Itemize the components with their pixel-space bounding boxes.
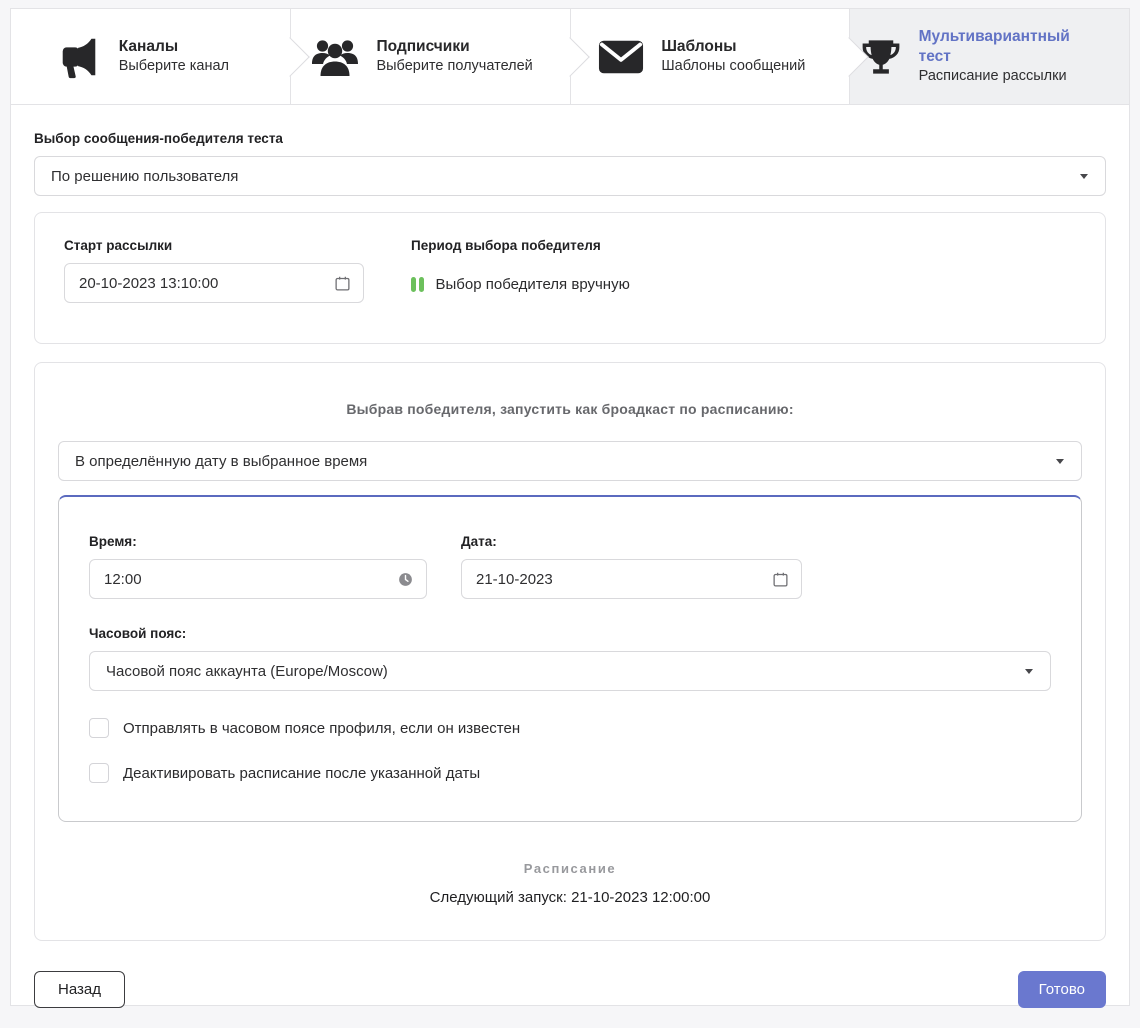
schedule-summary: Расписание Следующий запуск: 21-10-2023 … [58, 861, 1082, 906]
schedule-heading: Выбрав победителя, запустить как броадка… [58, 401, 1082, 417]
step-subtitle: Расписание рассылки [919, 67, 1104, 86]
schedule-summary-heading: Расписание [58, 861, 1082, 876]
step-title: Каналы [119, 37, 229, 57]
time-input[interactable] [104, 571, 397, 588]
profile-timezone-checkbox[interactable] [89, 718, 109, 738]
timezone-value: Часовой пояс аккаунта (Europe/Moscow) [106, 663, 388, 680]
time-field [89, 559, 427, 599]
schedule-card: Выбрав победителя, запустить как броадка… [34, 362, 1106, 941]
megaphone-icon [56, 34, 102, 80]
step-subscribers[interactable]: Подписчики Выберите получателей [291, 9, 571, 104]
step-title: Мультивариантный тест [919, 27, 1104, 67]
pause-icon [411, 277, 424, 292]
multivariate-test-schedule-page: Каналы Выберите канал Подписчики Выберит… [0, 0, 1140, 1028]
start-datetime-field [64, 263, 364, 303]
timezone-label: Часовой пояс: [89, 626, 1051, 641]
winner-period-value: Выбор победителя вручную [436, 276, 630, 293]
back-button[interactable]: Назад [34, 971, 125, 1008]
chevron-down-icon [1056, 459, 1064, 464]
schedule-mode-value: В определённую дату в выбранное время [75, 453, 367, 470]
step-subtitle: Выберите канал [119, 57, 229, 76]
calendar-icon[interactable] [334, 275, 351, 292]
done-button[interactable]: Готово [1018, 971, 1106, 1008]
main-content: Выбор сообщения-победителя теста По реше… [11, 105, 1129, 1008]
next-run-text: Следующий запуск: 21-10-2023 12:00:00 [58, 889, 1082, 906]
datetime-settings-card: Время: [58, 495, 1082, 822]
step-title: Подписчики [376, 37, 532, 57]
chevron-down-icon [1080, 174, 1088, 179]
envelope-icon [598, 39, 644, 75]
start-card: Старт рассылки Период выбора победителя [34, 212, 1106, 344]
winner-select-label: Выбор сообщения-победителя теста [34, 131, 1106, 146]
step-subtitle: Шаблоны сообщений [661, 57, 805, 76]
deactivate-schedule-checkbox-label: Деактивировать расписание после указанно… [123, 765, 480, 782]
users-icon [311, 36, 359, 78]
footer: Назад Готово [34, 971, 1106, 1008]
step-channels[interactable]: Каналы Выберите канал [11, 9, 291, 104]
step-title: Шаблоны [661, 37, 805, 57]
clock-icon[interactable] [397, 571, 414, 588]
profile-timezone-checkbox-label: Отправлять в часовом поясе профиля, если… [123, 720, 520, 737]
content-frame: Каналы Выберите канал Подписчики Выберит… [10, 8, 1130, 1006]
step-multivariate-test[interactable]: Мультивариантный тест Расписание рассылк… [850, 9, 1129, 104]
time-label: Время: [89, 534, 427, 549]
date-input[interactable] [476, 571, 772, 588]
winner-select[interactable]: По решению пользователя [34, 156, 1106, 196]
start-datetime-label: Старт рассылки [64, 238, 364, 253]
winner-period-label: Период выбора победителя [411, 238, 630, 253]
date-label: Дата: [461, 534, 802, 549]
calendar-icon[interactable] [772, 571, 789, 588]
timezone-select[interactable]: Часовой пояс аккаунта (Europe/Moscow) [89, 651, 1051, 691]
start-datetime-input[interactable] [79, 275, 334, 292]
wizard-steps: Каналы Выберите канал Подписчики Выберит… [11, 9, 1129, 105]
schedule-mode-select[interactable]: В определённую дату в выбранное время [58, 441, 1082, 481]
chevron-down-icon [1025, 669, 1033, 674]
step-templates[interactable]: Шаблоны Шаблоны сообщений [571, 9, 851, 104]
date-field [461, 559, 802, 599]
step-subtitle: Выберите получателей [376, 57, 532, 76]
deactivate-schedule-checkbox[interactable] [89, 763, 109, 783]
winner-select-value: По решению пользователя [51, 168, 238, 185]
